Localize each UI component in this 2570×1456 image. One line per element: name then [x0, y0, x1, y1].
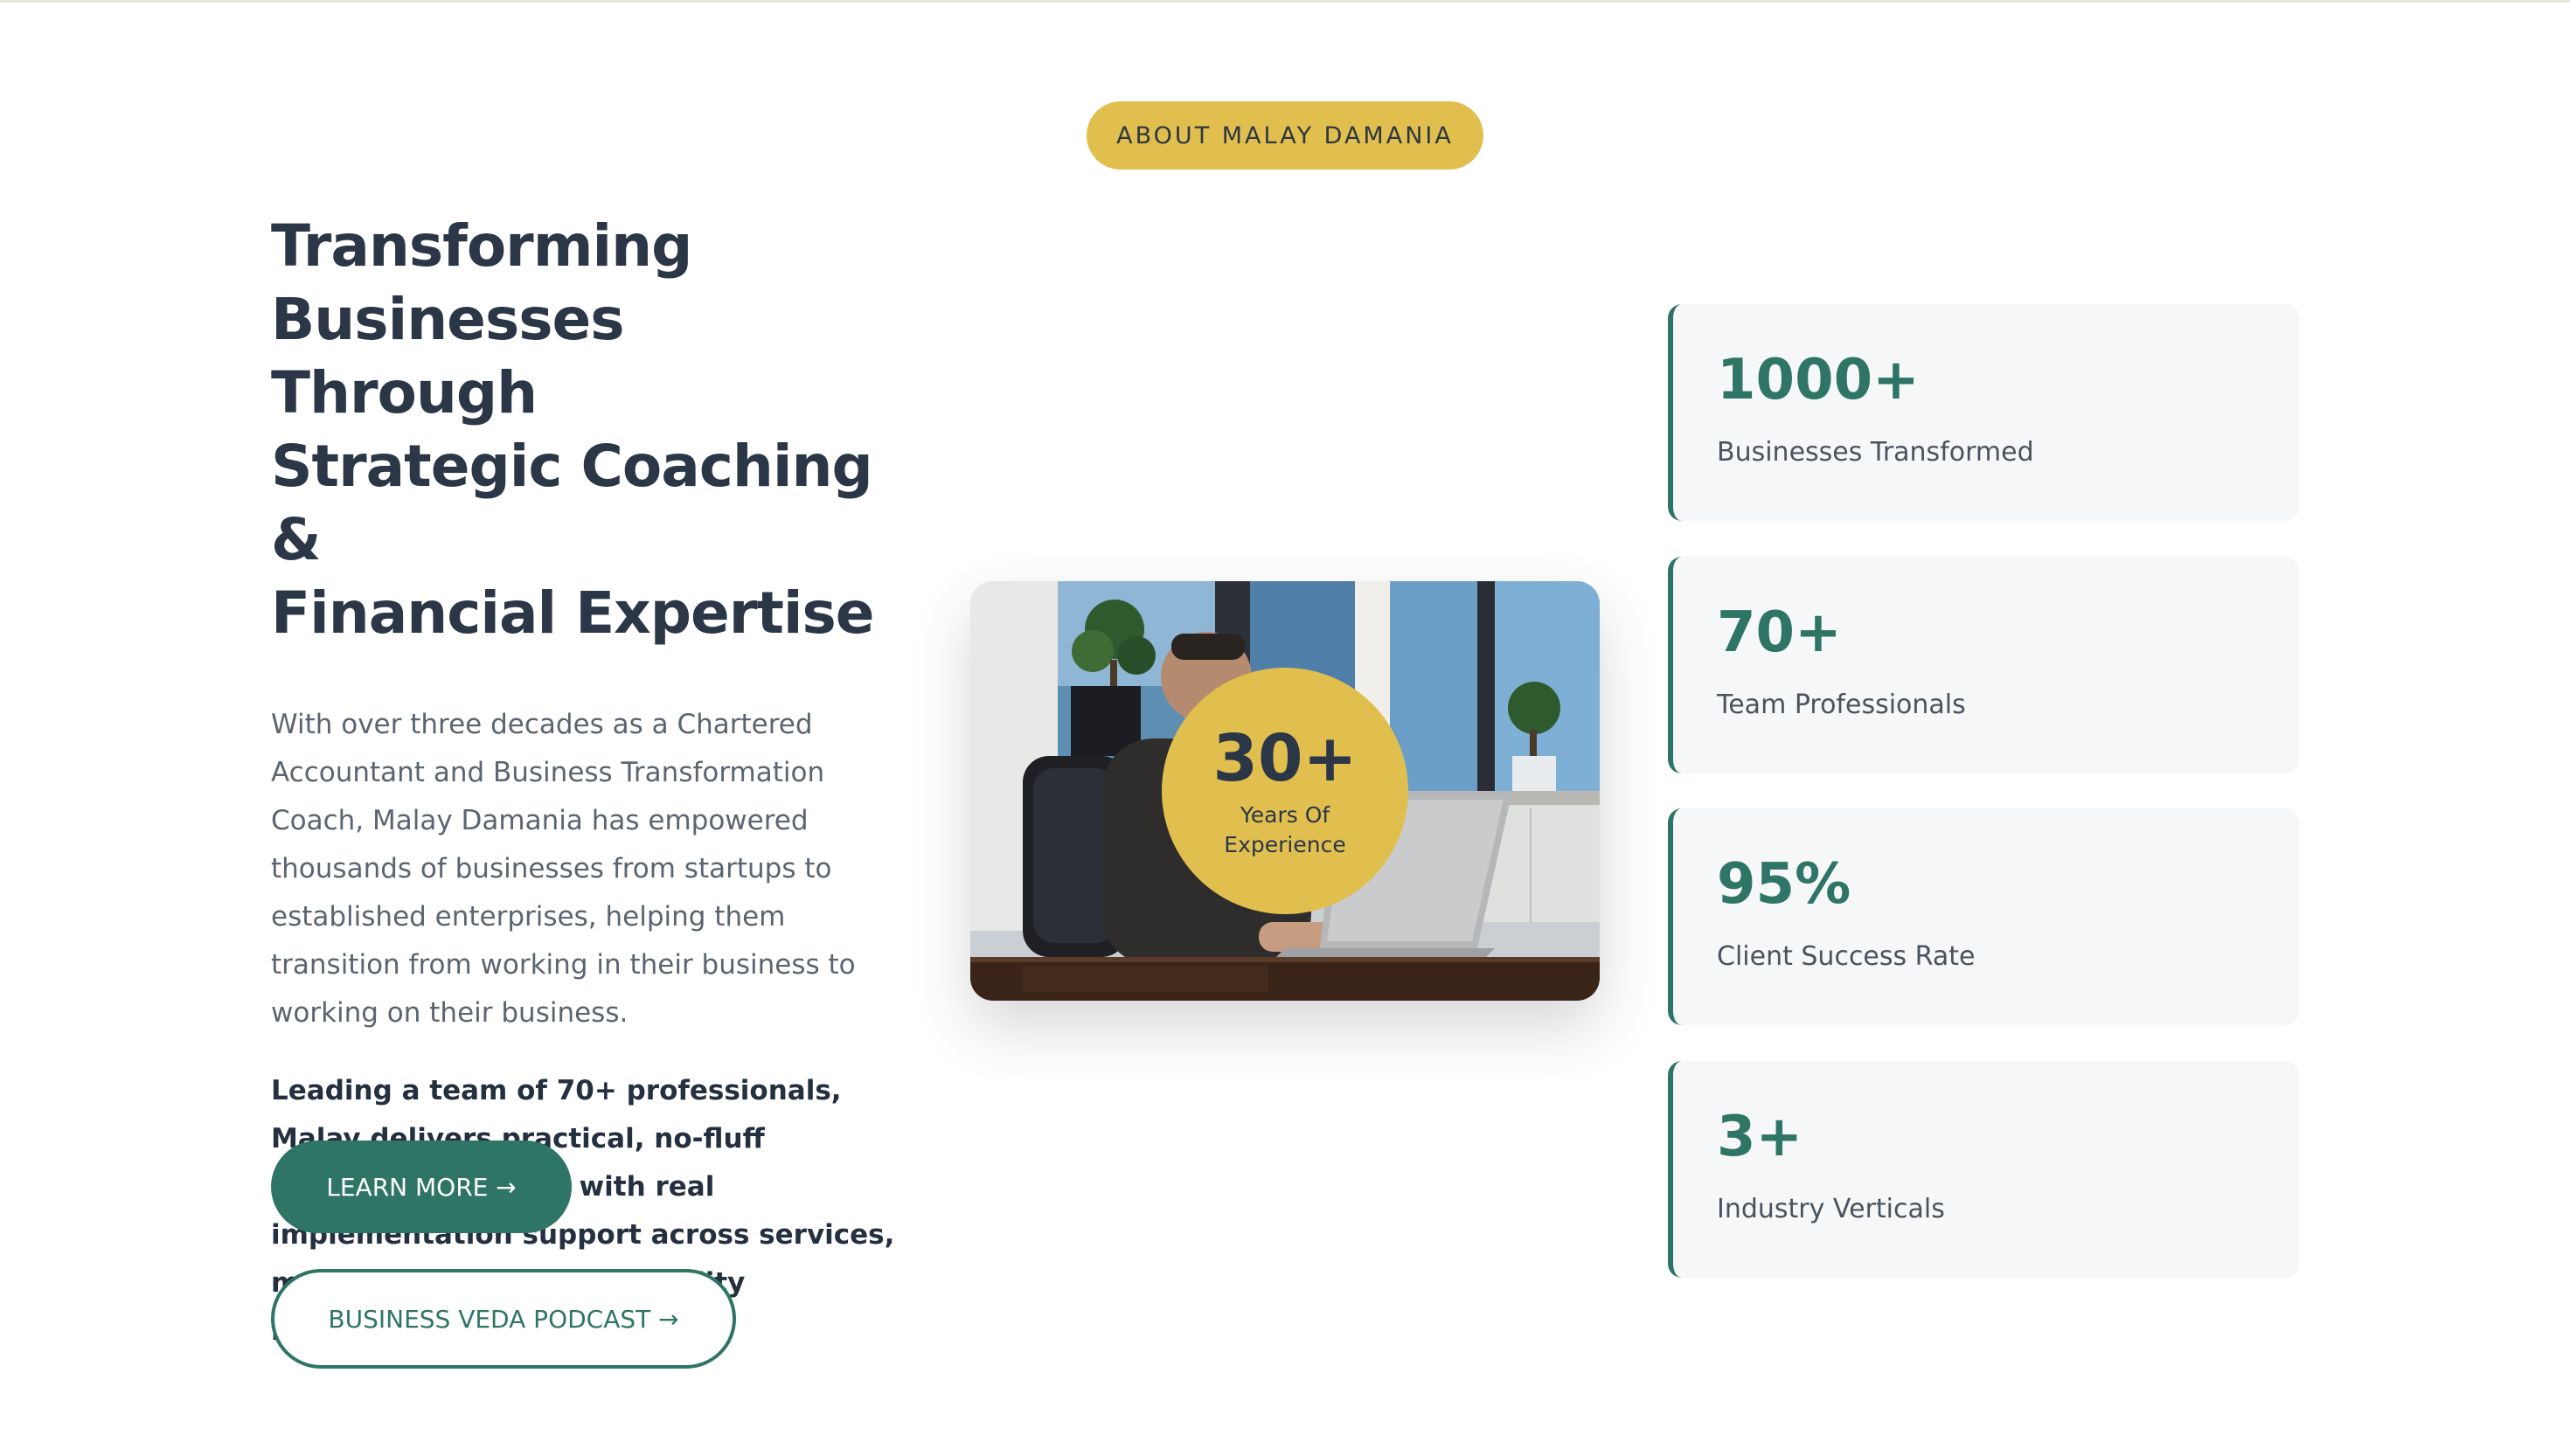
stat-label: Client Success Rate — [1717, 941, 1976, 972]
stat-card-businesses: 1000+ Businesses Transformed — [1668, 304, 2299, 521]
stat-label: Industry Verticals — [1717, 1194, 1945, 1224]
stat-number: 70+ — [1717, 600, 1842, 665]
learn-more-button[interactable]: LEARN MORE → — [271, 1141, 572, 1233]
stat-card-success-rate: 95% Client Success Rate — [1668, 808, 2299, 1025]
stat-number: 1000+ — [1717, 348, 1920, 413]
podcast-button[interactable]: BUSINESS VEDA PODCAST → — [271, 1269, 736, 1369]
experience-label-line: Years Of — [1240, 802, 1330, 828]
title-line: Businesses Through — [271, 286, 625, 426]
stat-label: Team Professionals — [1717, 690, 1966, 720]
stat-card-industries: 3+ Industry Verticals — [1668, 1061, 2299, 1278]
experience-number: 30+ — [1212, 721, 1358, 796]
top-divider — [0, 0, 2570, 3]
stat-card-team: 70+ Team Professionals — [1668, 557, 2299, 773]
experience-label-line: Experience — [1224, 832, 1346, 857]
page-title: Transforming Businesses Through Strategi… — [271, 210, 900, 650]
title-line: Strategic Coaching & — [271, 433, 873, 573]
stat-number: 95% — [1717, 852, 1851, 917]
section-badge: ABOUT MALAY DAMANIA — [1087, 101, 1483, 170]
intro-paragraph: With over three decades as a Chartered A… — [271, 709, 856, 1029]
stat-number: 3+ — [1717, 1105, 1803, 1169]
title-line: Transforming — [271, 212, 692, 280]
stat-label: Businesses Transformed — [1717, 437, 2034, 468]
title-line: Financial Expertise — [271, 579, 875, 647]
experience-label: Years Of Experience — [1224, 801, 1345, 860]
experience-badge: 30+ Years Of Experience — [1162, 668, 1408, 914]
